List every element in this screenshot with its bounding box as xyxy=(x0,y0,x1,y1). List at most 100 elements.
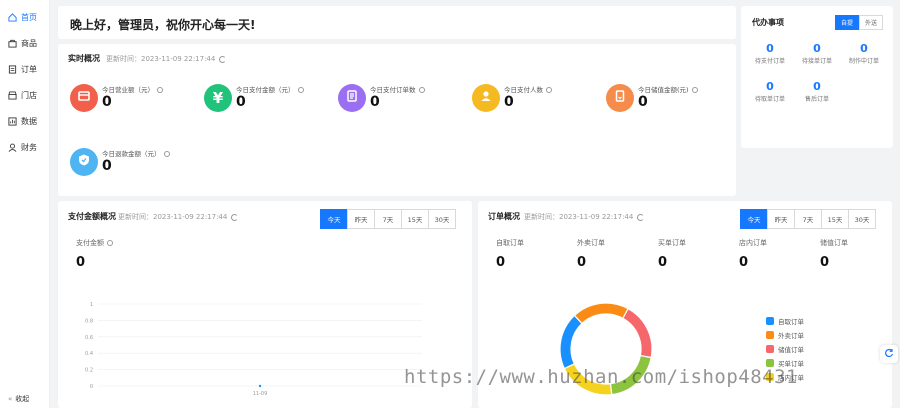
stat-circle xyxy=(472,84,500,112)
stat-label: 今日退款金额（元） xyxy=(102,148,170,158)
stat-circle xyxy=(70,84,98,112)
stat-stored-value: 今日储值金额(元) 0 xyxy=(606,84,736,124)
stat-revenue: 今日营业额（元） 0 xyxy=(70,84,200,124)
stat-value: 0 xyxy=(638,94,648,110)
refresh-icon[interactable] xyxy=(231,213,239,221)
sidebar-item-label: 首页 xyxy=(21,12,37,22)
todo-card: 代办事项 自提 外送 0 待支付订单 0 待接单订单 0 制作中订单 0 待取单订单 0… xyxy=(741,6,893,148)
tab-15days[interactable]: 15天 xyxy=(401,209,429,229)
stat-circle xyxy=(606,84,634,112)
help-icon[interactable] xyxy=(157,87,163,93)
help-icon[interactable] xyxy=(546,87,552,93)
todo-item[interactable]: 0 待取单订单 xyxy=(746,80,794,103)
stat-value: 0 xyxy=(370,94,380,110)
refresh-icon[interactable] xyxy=(637,213,645,221)
legend-item[interactable]: 外卖订单 xyxy=(766,328,804,342)
stat-paid-orders: 今日支付订单数 0 xyxy=(338,84,468,124)
todo-toggle: 自提 外送 xyxy=(834,15,883,30)
stat-circle: ¥ xyxy=(204,84,232,112)
refresh-icon[interactable] xyxy=(219,55,227,63)
tab-15days[interactable]: 15天 xyxy=(821,209,849,229)
pie-slice xyxy=(573,302,629,325)
stat-circle xyxy=(338,84,366,112)
legend-item[interactable]: 店内订单 xyxy=(766,370,804,384)
help-icon[interactable] xyxy=(691,87,698,93)
order-metric-value: 0 xyxy=(658,255,668,270)
pie-slice xyxy=(622,307,653,359)
toggle-pickup[interactable]: 自提 xyxy=(834,15,859,30)
goods-icon xyxy=(8,39,17,48)
data-point xyxy=(258,384,262,388)
todo-item[interactable]: 0 售后订单 xyxy=(793,80,841,103)
stat-label: 今日储值金额(元) xyxy=(638,84,698,94)
tab-30days[interactable]: 30天 xyxy=(428,209,456,229)
data-icon xyxy=(8,116,17,126)
tab-7days[interactable]: 7天 xyxy=(374,209,402,229)
order-metric-value: 0 xyxy=(496,255,506,270)
help-icon[interactable] xyxy=(418,87,425,93)
order-metric-label: 自取订单 xyxy=(496,239,524,247)
todo-item[interactable]: 0 制作中订单 xyxy=(840,42,888,65)
pie-slice xyxy=(609,354,652,396)
order-update-time: 更新时间：2023-11-09 22:17:44 xyxy=(524,212,645,222)
y-tick-label: 0 xyxy=(90,384,93,390)
legend-item[interactable]: 买单订单 xyxy=(766,356,804,370)
realtime-overview-card: 实时概况 更新时间：2023-11-09 22:17:44 今日营业额（元） 0… xyxy=(58,44,736,196)
order-overview-card: 订单概况 更新时间：2023-11-09 22:17:44 今天 昨天 7天 1… xyxy=(478,201,892,408)
stat-paying-users: 今日支付人数 0 xyxy=(472,84,602,124)
stat-label: 今日营业额（元） xyxy=(102,84,163,94)
y-tick-label: 0.4 xyxy=(85,351,93,357)
pie-slice xyxy=(563,363,613,396)
sidebar-item-home[interactable]: 首页 xyxy=(0,4,49,30)
y-tick-label: 0.2 xyxy=(85,368,93,374)
tab-today[interactable]: 今天 xyxy=(740,209,768,229)
tab-today[interactable]: 今天 xyxy=(320,209,348,229)
order-metric-label: 店内订单 xyxy=(739,239,767,247)
stat-paid-amount: ¥ 今日支付金额（元） 0 xyxy=(204,84,334,124)
tab-yesterday[interactable]: 昨天 xyxy=(767,209,795,229)
todo-item[interactable]: 0 待支付订单 xyxy=(746,42,794,65)
tab-30days[interactable]: 30天 xyxy=(848,209,876,229)
store-icon xyxy=(8,90,17,100)
floating-refresh-button[interactable] xyxy=(880,345,898,363)
collapse-button[interactable]: « 收起 xyxy=(8,394,29,404)
stat-label: 今日支付金额（元） xyxy=(236,84,304,94)
legend-item[interactable]: 储值订单 xyxy=(766,342,804,356)
help-icon[interactable] xyxy=(297,87,304,93)
toggle-delivery[interactable]: 外送 xyxy=(858,15,883,30)
sidebar-item-data[interactable]: 数据 xyxy=(0,108,49,134)
stat-refund: 今日退款金额（元） 0 xyxy=(70,148,200,188)
sidebar-item-stores[interactable]: 门店 xyxy=(0,82,49,108)
help-icon[interactable] xyxy=(163,151,170,157)
stat-value: 0 xyxy=(102,158,112,174)
sidebar: 首页 商品 订单 门店 数据 财务 « 收起 xyxy=(0,0,50,408)
payment-overview-card: 支付金额概况 更新时间：2023-11-09 22:17:44 今天 昨天 7天… xyxy=(58,201,472,408)
collapse-label: 收起 xyxy=(15,395,30,403)
user-icon xyxy=(479,89,493,107)
order-icon xyxy=(8,64,17,74)
y-tick-label: 0.8 xyxy=(85,318,93,324)
legend-item[interactable]: 自取订单 xyxy=(766,314,804,328)
payment-update-time: 更新时间：2023-11-09 22:17:44 xyxy=(118,212,239,222)
tab-7days[interactable]: 7天 xyxy=(794,209,822,229)
sidebar-item-goods[interactable]: 商品 xyxy=(0,30,49,56)
payment-range-tabs: 今天 昨天 7天 15天 30天 xyxy=(320,209,456,229)
legend-swatch xyxy=(766,359,774,367)
help-icon[interactable] xyxy=(107,240,113,246)
double-chevron-left-icon: « xyxy=(8,395,13,403)
sidebar-item-orders[interactable]: 订单 xyxy=(0,56,49,82)
order-metric-value: 0 xyxy=(820,255,830,270)
stat-label: 今日支付订单数 xyxy=(370,84,425,94)
tab-yesterday[interactable]: 昨天 xyxy=(347,209,375,229)
greeting-text: 晚上好，管理员，祝你开心每一天! xyxy=(70,18,256,32)
refresh-icon xyxy=(884,348,894,360)
payment-metric-label: 支付金额 xyxy=(76,238,113,248)
pie-slice xyxy=(559,314,583,370)
order-metric-value: 0 xyxy=(739,255,749,270)
todo-item[interactable]: 0 待接单订单 xyxy=(793,42,841,65)
sidebar-item-finance[interactable]: 财务 xyxy=(0,134,49,160)
order-metric-label: 储值订单 xyxy=(820,239,848,247)
stat-circle xyxy=(70,148,98,176)
order-donut-chart xyxy=(559,302,653,396)
sidebar-item-label: 数据 xyxy=(21,116,37,126)
